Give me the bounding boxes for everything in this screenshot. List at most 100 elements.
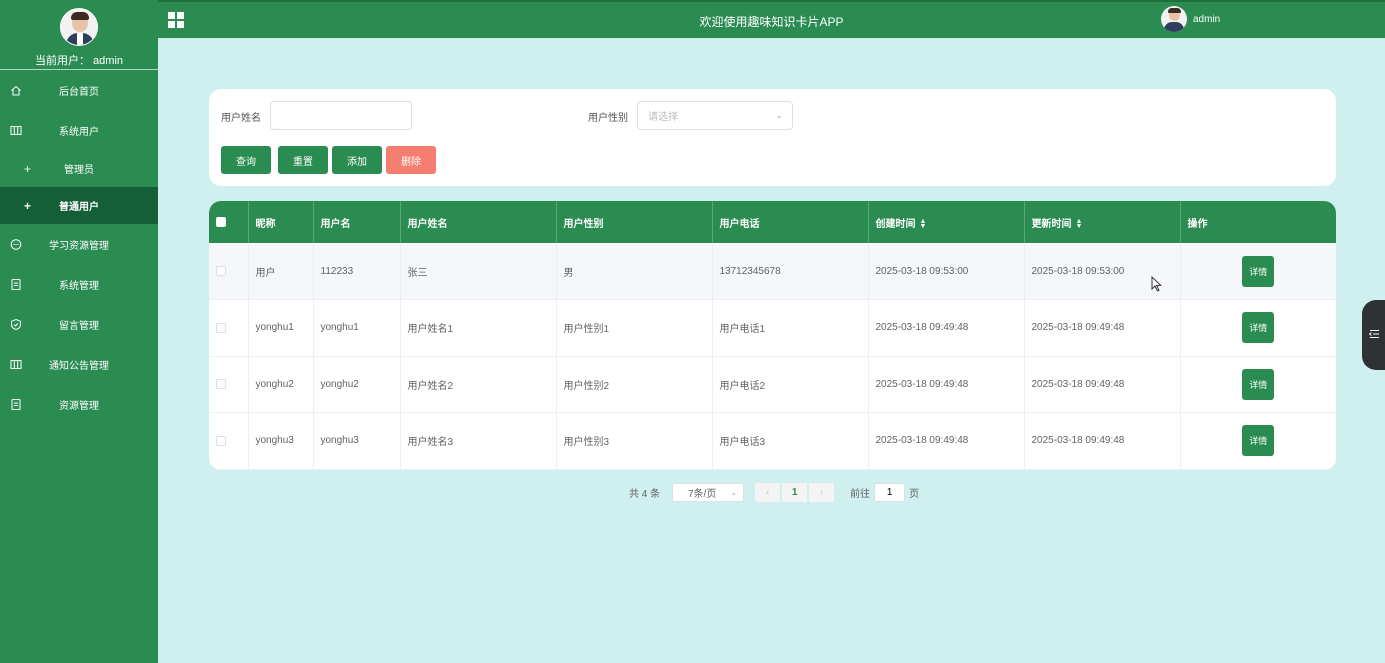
cell-phone: 用户电话3 (712, 412, 869, 469)
cell-updated: 2025-03-18 09:49:48 (1024, 412, 1181, 469)
cell-phone: 13712345678 (712, 243, 869, 300)
cell-action: 详情 (1180, 243, 1336, 300)
avatar (60, 8, 98, 46)
column-header-label: 创建时间 (875, 218, 916, 230)
select-all-cell[interactable] (209, 201, 249, 243)
cell-gender: 男 (556, 243, 713, 300)
cell-action: 详情 (1180, 413, 1336, 470)
cell-username: yonghu1 (313, 299, 401, 356)
plus-icon: + (24, 161, 32, 176)
sort-icon[interactable]: ▲ ▼ (920, 218, 927, 230)
cell-created: 2025-03-18 09:53:00 (868, 243, 1025, 300)
sidebar-item-label: 普通用户 (59, 202, 99, 213)
prev-page-button[interactable]: ‹ (755, 483, 781, 502)
column-header: 用户性别 (556, 201, 713, 243)
cell-created: 2025-03-18 09:49:48 (868, 299, 1025, 356)
cell-gender: 用户性别3 (556, 412, 713, 469)
sidebar-item-home[interactable]: 后台首页 (0, 70, 158, 110)
user-menu[interactable]: admin (1161, 6, 1220, 32)
row-select-cell[interactable] (209, 243, 249, 300)
row-checkbox[interactable] (216, 435, 226, 446)
table-row: yonghu1 yonghu1 用户姓名1 用户性别1 用户电话1 2025-0… (209, 299, 1336, 356)
sidebar-item-label: 留言管理 (59, 320, 99, 332)
cell-phone: 用户电话2 (712, 356, 869, 413)
row-checkbox[interactable] (216, 379, 226, 390)
detail-button[interactable]: 详情 (1242, 425, 1275, 457)
cell-updated: 2025-03-18 09:49:48 (1024, 356, 1181, 413)
plus-icon: + (24, 198, 32, 213)
page-size-select[interactable]: 7条/页 ⌄ (672, 483, 745, 502)
gender-select[interactable]: 请选择 ⌄ (637, 101, 793, 130)
cell-username: yonghu3 (313, 412, 401, 469)
cell-realname: 张三 (400, 243, 557, 300)
sidebar-item-learning-resources[interactable]: 学习资源管理 (0, 224, 158, 264)
detail-button[interactable]: 详情 (1242, 312, 1275, 344)
sort-icon[interactable]: ▲ ▼ (1076, 218, 1083, 230)
columns-icon (9, 358, 22, 371)
goto-label: 前往 (850, 489, 871, 500)
home-icon (9, 84, 22, 97)
row-select-cell[interactable] (209, 299, 249, 356)
cell-nickname: yonghu2 (248, 356, 314, 413)
cell-created: 2025-03-18 09:49:48 (868, 356, 1025, 413)
table-header-row: 昵称 用户名 用户姓名 用户性别 用户电话 创建时间 ▲ ▼ 更新时间 ▲ ▼ 操作 (209, 201, 1336, 243)
detail-button[interactable]: 详情 (1242, 255, 1275, 287)
sidebar-item-admins[interactable]: + 管理员 (0, 150, 158, 187)
page-number[interactable]: 1 (782, 483, 808, 502)
sidebar-item-system-users[interactable]: 系统用户 (0, 110, 158, 150)
sidebar-menu: 后台首页 系统用户 + 管理员 + 普通用户 学习资源管理 系统管理 留言管理 … (0, 70, 158, 424)
cell-realname: 用户姓名3 (400, 412, 557, 469)
sidebar: 当前用户： admin 后台首页 系统用户 + 管理员 + 普通用户 学习资源管… (0, 0, 158, 663)
cell-nickname: 用户 (248, 243, 314, 300)
collapse-icon (1368, 329, 1380, 342)
select-all-checkbox[interactable] (216, 216, 226, 227)
add-button[interactable]: 添加 (332, 146, 382, 174)
sidebar-item-normal-users[interactable]: + 普通用户 (0, 187, 158, 224)
pagination: 共 4 条 7条/页 ⌄ ‹ 1 › 前往 页 (629, 483, 919, 502)
column-header-label: 更新时间 (1031, 218, 1072, 230)
sidebar-item-label: 后台首页 (59, 86, 99, 98)
total-count: 共 4 条 (629, 489, 661, 500)
users-table: 昵称 用户名 用户姓名 用户性别 用户电话 创建时间 ▲ ▼ 更新时间 ▲ ▼ 操作 用… (209, 201, 1336, 470)
chat-icon (9, 238, 22, 251)
delete-button[interactable]: 删除 (386, 146, 436, 174)
sidebar-item-label: 系统用户 (59, 126, 99, 138)
cell-username: 112233 (313, 243, 401, 300)
next-page-button[interactable]: › (809, 483, 835, 502)
row-checkbox[interactable] (216, 322, 226, 333)
name-label: 用户姓名 (221, 113, 261, 124)
cell-realname: 用户姓名1 (400, 299, 557, 356)
reset-button[interactable]: 重置 (278, 146, 328, 174)
cell-gender: 用户性别2 (556, 356, 713, 413)
column-header-updated[interactable]: 更新时间 ▲ ▼ (1024, 201, 1181, 243)
row-select-cell[interactable] (209, 412, 249, 469)
name-input[interactable] (270, 101, 412, 130)
sidebar-item-resources[interactable]: 资源管理 (0, 384, 158, 424)
sidebar-item-label: 系统管理 (59, 280, 99, 292)
goto-page-input[interactable] (874, 483, 906, 502)
document-icon (9, 398, 22, 411)
search-panel: 用户姓名 用户性别 请选择 ⌄ 查询 重置 添加 删除 (209, 89, 1336, 186)
sidebar-item-messages[interactable]: 留言管理 (0, 304, 158, 344)
side-panel-toggle[interactable] (1362, 300, 1385, 370)
detail-button[interactable]: 详情 (1242, 368, 1275, 400)
sidebar-item-announcements[interactable]: 通知公告管理 (0, 344, 158, 384)
top-bar: 欢迎使用趣味知识卡片APP admin (158, 0, 1385, 38)
sidebar-item-label: 资源管理 (59, 400, 99, 412)
row-checkbox[interactable] (216, 265, 226, 276)
query-button[interactable]: 查询 (221, 146, 271, 174)
table-row: 用户 112233 张三 男 13712345678 2025-03-18 09… (209, 243, 1336, 300)
row-select-cell[interactable] (209, 356, 249, 413)
sidebar-item-system-management[interactable]: 系统管理 (0, 264, 158, 304)
gender-label: 用户性别 (588, 113, 628, 124)
column-header: 用户姓名 (400, 201, 557, 243)
shield-icon (9, 318, 22, 331)
column-header: 昵称 (248, 201, 314, 243)
sidebar-profile: 当前用户： admin (0, 0, 158, 70)
cell-nickname: yonghu1 (248, 299, 314, 356)
sidebar-item-label: 通知公告管理 (49, 360, 109, 372)
cell-username: yonghu2 (313, 356, 401, 413)
page-unit-label: 页 (909, 489, 920, 500)
column-header-created[interactable]: 创建时间 ▲ ▼ (868, 201, 1025, 243)
cell-gender: 用户性别1 (556, 299, 713, 356)
